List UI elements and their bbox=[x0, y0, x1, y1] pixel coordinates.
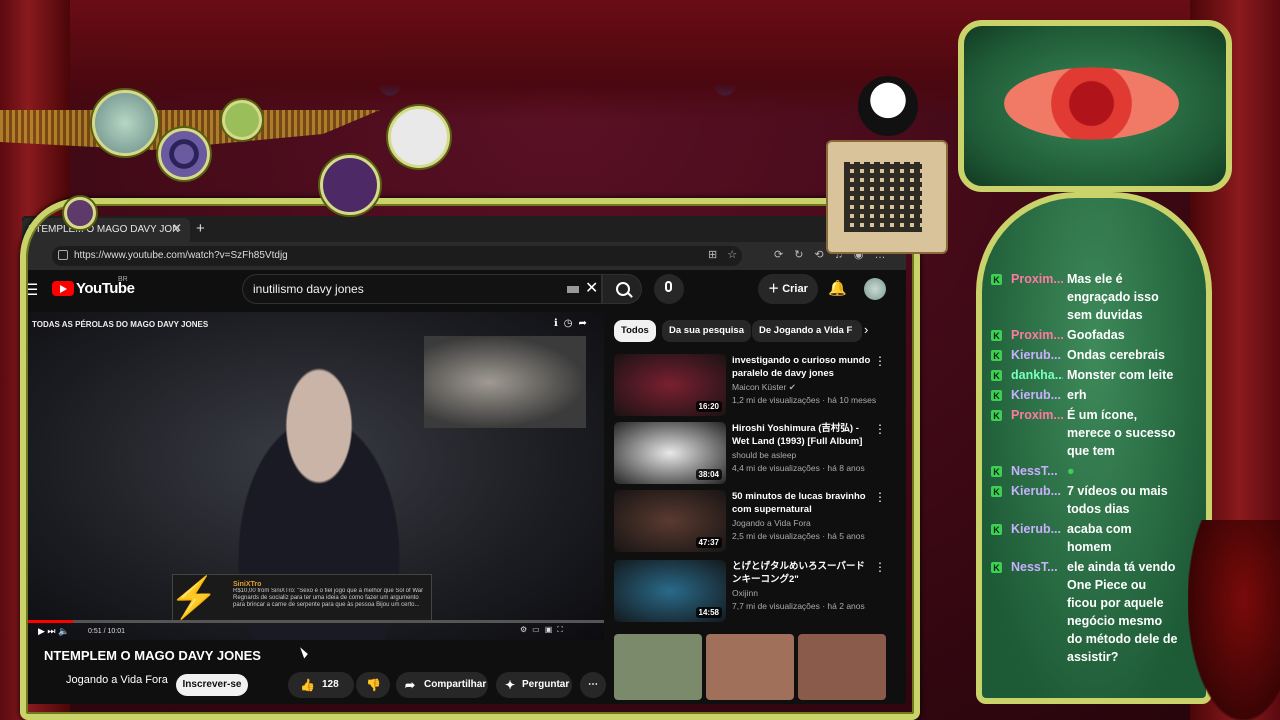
chat-text: ● bbox=[1067, 462, 1179, 480]
chat-message: K Kierub... 7 vídeos ou mais todos dias bbox=[991, 482, 1191, 518]
sub-badge-icon: K bbox=[991, 274, 1002, 285]
chat-username: NessT... bbox=[1011, 560, 1058, 574]
sub-badge-icon: K bbox=[991, 562, 1002, 573]
jester-mascot bbox=[858, 76, 918, 136]
chat-username: Proxim... bbox=[1011, 408, 1063, 422]
sub-badge-icon: K bbox=[991, 466, 1002, 477]
skull-medallion bbox=[388, 106, 450, 168]
eye-panel bbox=[958, 20, 1232, 192]
chat-text: Ondas cerebrais bbox=[1067, 348, 1165, 362]
emote-icon: ● bbox=[1067, 464, 1075, 478]
chat-message: K Proxim... Mas ele é engraçado isso sem d… bbox=[991, 270, 1191, 324]
chat-username: Kierub... bbox=[1011, 388, 1062, 402]
chat-message: K Proxim... É um ícone, merece o sucesso q… bbox=[991, 406, 1191, 460]
star-medallion bbox=[222, 100, 262, 140]
chat-text: Goofadas bbox=[1067, 328, 1125, 342]
small-medallion bbox=[64, 197, 96, 229]
sub-badge-icon: K bbox=[991, 350, 1002, 361]
qr-code-icon bbox=[844, 162, 922, 232]
chat-username: NessT... bbox=[1011, 464, 1058, 478]
sub-badge-icon: K bbox=[991, 390, 1002, 401]
chat-text: 7 vídeos ou mais todos dias bbox=[1067, 484, 1168, 516]
sub-badge-icon: K bbox=[991, 524, 1002, 535]
sub-badge-icon: K bbox=[991, 370, 1002, 381]
chat-message: Kdankha... Monster com leite bbox=[991, 366, 1191, 384]
sub-badge-icon: K bbox=[991, 486, 1002, 497]
sub-badge-icon: K bbox=[991, 330, 1002, 341]
chat-text: acaba com homem bbox=[1067, 522, 1132, 554]
chat-username: dankha... bbox=[1011, 368, 1063, 382]
chat-text: Mas ele é engraçado isso sem duvidas bbox=[1067, 272, 1159, 322]
dragon-art bbox=[1188, 520, 1280, 720]
qr-scroll bbox=[826, 140, 948, 254]
chat-message: K Proxim... Goofadas bbox=[991, 326, 1191, 344]
chat-message: K Kierub... Ondas cerebrais bbox=[991, 346, 1191, 364]
spiral-medallion bbox=[158, 128, 210, 180]
chat-username: Kierub... bbox=[1011, 348, 1062, 362]
chat-text: ele ainda tá vendo One Piece ou ficou po… bbox=[1067, 560, 1178, 664]
chat-text: Monster com leite bbox=[1067, 368, 1174, 382]
chat-username: Kierub... bbox=[1011, 484, 1062, 498]
chat-username: Proxim... bbox=[1011, 272, 1063, 286]
gold-frame bbox=[20, 198, 920, 720]
chat-message: K Kierub... acaba com homem bbox=[991, 520, 1191, 556]
chat-text: É um ícone, merece o sucesso que tem bbox=[1067, 408, 1176, 458]
chat-message: K NessT... ele ainda tá vendo One Piece ou… bbox=[991, 558, 1191, 666]
chat-username: Kierub... bbox=[1011, 522, 1062, 536]
chat-list: K Proxim... Mas ele é engraçado isso sem d… bbox=[991, 270, 1191, 668]
red-eye-icon bbox=[1004, 67, 1179, 140]
chat-text: erh bbox=[1067, 388, 1087, 402]
chat-username: Proxim... bbox=[1011, 328, 1063, 342]
ghost-medallion bbox=[320, 155, 380, 215]
chat-message: K NessT... ● bbox=[991, 462, 1191, 480]
avatar-medallion bbox=[92, 90, 158, 156]
chat-message: K Kierub... erh bbox=[991, 386, 1191, 404]
sub-badge-icon: K bbox=[991, 410, 1002, 421]
